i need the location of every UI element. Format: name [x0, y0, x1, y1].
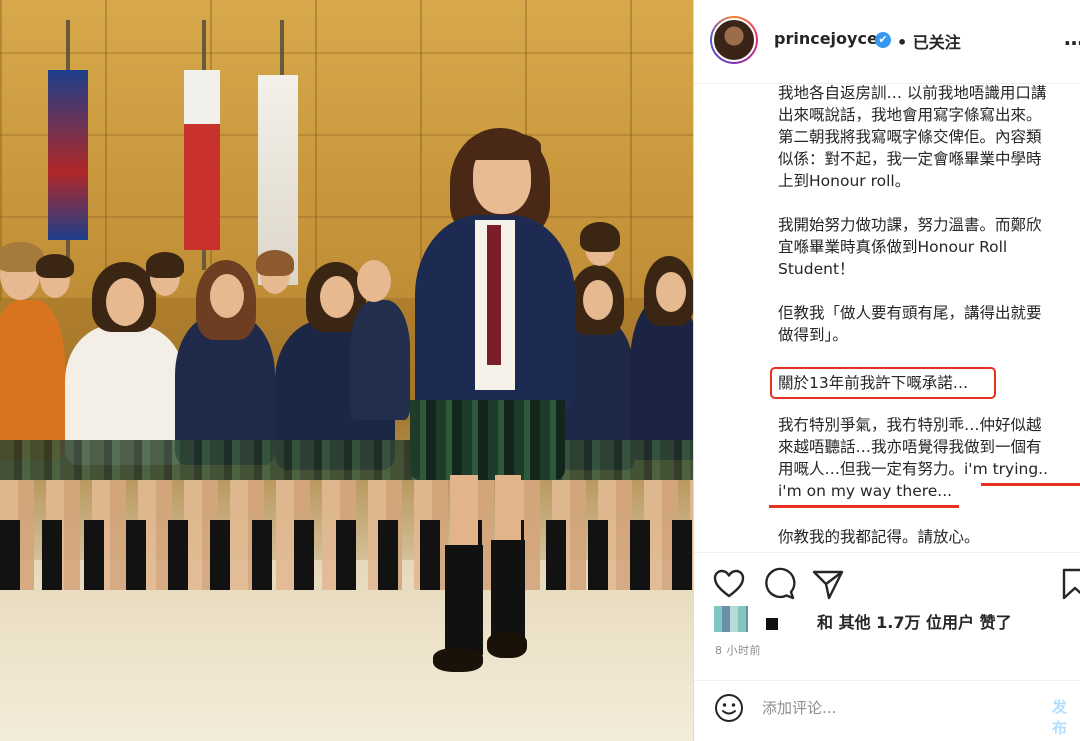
- comment-input[interactable]: [762, 695, 1032, 721]
- post-header: princejoyce ✔ • 已关注 …: [694, 0, 1080, 84]
- caption-paragraph: 我地各自返房訓… 以前我地唔識用口講 出來嘅說話，我地會用寫字條寫出來。 第二朝…: [778, 84, 1047, 190]
- liker-avatar: [714, 606, 748, 632]
- comment-icon[interactable]: [762, 567, 796, 601]
- post-side-panel: princejoyce ✔ • 已关注 … 我地各自返房訓… 以前我地唔識用口講…: [693, 0, 1080, 741]
- following-button[interactable]: • 已关注: [897, 29, 961, 53]
- more-options-icon[interactable]: …: [1064, 26, 1080, 50]
- flag: [48, 70, 88, 240]
- post-timestamp[interactable]: 8 小时前: [715, 642, 761, 658]
- heart-icon[interactable]: [712, 567, 746, 601]
- share-icon[interactable]: [811, 567, 845, 601]
- bookmark-icon[interactable]: [1058, 567, 1080, 601]
- likes-count[interactable]: 和 其他 1.7万 位用户 赞了: [817, 609, 1012, 633]
- caption-paragraph: 我開始努力做功課，努力溫書。而鄭欣 宜喺畢業時真係做到Honour Roll S…: [778, 216, 1042, 278]
- caption-paragraph: 佢教我「做人要有頭有尾，講得出就要 做得到」。: [778, 304, 1042, 344]
- caption-highlighted-line: 關於13年前我許下嘅承諾…: [778, 374, 969, 392]
- avatar-image: [712, 18, 756, 62]
- profile-avatar[interactable]: [710, 16, 758, 64]
- red-underline: [981, 483, 1080, 486]
- smile-icon[interactable]: [714, 693, 744, 723]
- post-caption: 我地各自返房訓… 以前我地唔識用口講 出來嘅說話，我地會用寫字條寫出來。 第二朝…: [694, 84, 1080, 552]
- post-photo[interactable]: [0, 0, 693, 741]
- flag: [184, 70, 220, 250]
- comment-bar: 发布: [694, 680, 1080, 741]
- username-link[interactable]: princejoyce: [774, 29, 878, 48]
- red-underline: [769, 505, 959, 508]
- verified-badge-icon: ✔: [875, 32, 891, 48]
- caption-paragraph: 我冇特別爭氣，我冇特別乖…仲好似越 來越唔聽話…我亦唔覺得我做到一個有 用嘅人……: [778, 416, 1049, 500]
- caption-paragraph: 你教我的我都記得。請放心。: [778, 528, 980, 546]
- featured-student: [395, 120, 595, 690]
- post-comment-button[interactable]: 发布: [1052, 696, 1080, 738]
- liker-avatar: [766, 618, 778, 630]
